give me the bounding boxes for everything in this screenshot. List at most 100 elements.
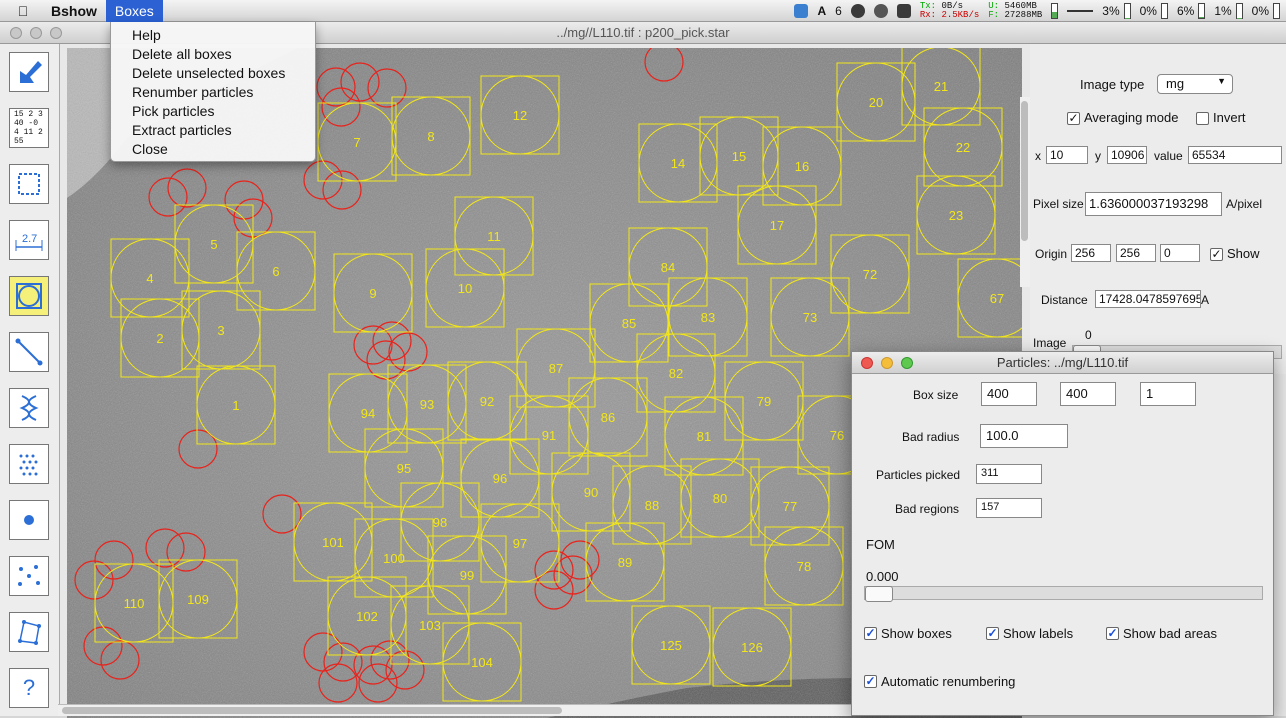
particles-picked-label: Particles picked <box>876 468 961 482</box>
dot-tool[interactable] <box>9 500 49 540</box>
box-size-x-field[interactable]: 400 <box>981 382 1037 406</box>
status-area: A 6 Tx: 0B/s Rx: 2.5KB/s U: 5460MB F: 27… <box>794 0 1280 22</box>
dot-icon <box>24 515 34 525</box>
particle-label: 126 <box>741 640 763 655</box>
vertical-scrollbar[interactable] <box>1020 97 1030 287</box>
checkbox-checked[interactable]: ✓ <box>986 627 999 640</box>
show-boxes-checkbox[interactable]: ✓ Show boxes <box>864 626 952 641</box>
image-type-select[interactable]: mg ▼ <box>1157 74 1233 94</box>
origin-x-field[interactable]: 256 <box>1071 244 1111 262</box>
particle-label: 109 <box>187 592 209 607</box>
gear-icon[interactable] <box>873 4 888 18</box>
averaging-checkbox[interactable]: ✓ Averaging mode <box>1067 110 1178 126</box>
menu-item-close[interactable]: Close <box>111 140 315 159</box>
particle-label: 96 <box>493 471 507 486</box>
value-label: value <box>1154 149 1183 163</box>
menu-item-pick-particles[interactable]: Pick particles <box>111 102 315 121</box>
y-field[interactable]: 10906 <box>1107 146 1147 164</box>
zoom-window-button[interactable] <box>50 27 62 39</box>
particle-label: 14 <box>671 156 685 171</box>
rect-select-tool[interactable] <box>9 164 49 204</box>
show-bad-areas-checkbox[interactable]: ✓ Show bad areas <box>1106 626 1217 641</box>
box-size-y-field[interactable]: 400 <box>1060 382 1116 406</box>
polygon-tool[interactable] <box>9 612 49 652</box>
dialog-close-button[interactable] <box>861 357 873 369</box>
invert-checkbox[interactable]: Invert <box>1196 110 1246 126</box>
adobe-icon[interactable]: A <box>817 4 826 18</box>
particle-label: 88 <box>645 498 659 513</box>
circle-box-icon <box>16 283 42 309</box>
dropbox-icon[interactable] <box>794 4 809 18</box>
show-labels-checkbox[interactable]: ✓ Show labels <box>986 626 1073 641</box>
binoculars-icon[interactable] <box>896 4 911 18</box>
menu-item-renumber-particles[interactable]: Renumber particles <box>111 83 315 102</box>
particle-label: 83 <box>701 310 715 325</box>
fom-slider[interactable] <box>864 586 1263 602</box>
boxes-menu[interactable]: Boxes <box>105 0 163 22</box>
memory-bar <box>1051 3 1059 19</box>
origin-y-field[interactable]: 256 <box>1116 244 1156 262</box>
particles-picked-field: 311 <box>976 464 1042 484</box>
lattice-tool[interactable] <box>9 444 49 484</box>
bad-regions-label: Bad regions <box>895 502 960 516</box>
arrow-icon <box>20 61 42 83</box>
cpu-meter-5: 0% <box>1252 3 1280 19</box>
pixel-size-field[interactable]: 1.636000037193298 <box>1085 192 1222 216</box>
particle-label: 86 <box>601 410 615 425</box>
image-type-label: Image type <box>1080 77 1145 92</box>
particle-label: 10 <box>458 281 472 296</box>
close-window-button[interactable] <box>10 27 22 39</box>
dialog-minimize-button[interactable] <box>881 357 893 369</box>
value-field[interactable]: 65534 <box>1188 146 1282 164</box>
particle-label: 94 <box>361 406 375 421</box>
helix-tool[interactable] <box>9 388 49 428</box>
particle-label: 80 <box>713 491 727 506</box>
app-menu[interactable]: Bshow <box>42 0 106 22</box>
cpu-meter-2: 0% <box>1140 3 1168 19</box>
distance-field[interactable]: 17428.0478597695 <box>1095 290 1201 308</box>
checkbox-checked[interactable]: ✓ <box>1067 112 1080 126</box>
bad-regions-field: 157 <box>976 498 1042 518</box>
particle-label: 20 <box>869 95 883 110</box>
polygon-icon <box>18 620 41 645</box>
apple-icon[interactable]:  <box>12 3 34 19</box>
dialog-zoom-button[interactable] <box>901 357 913 369</box>
particle-label: 15 <box>732 149 746 164</box>
measure-icon: 2.7 <box>15 233 43 251</box>
cpu-meter-3: 6% <box>1177 3 1206 19</box>
particle-label: 93 <box>420 397 434 412</box>
menu-item-extract-particles[interactable]: Extract particles <box>111 121 315 140</box>
checkbox-checked[interactable]: ✓ <box>1106 627 1119 640</box>
menu-item-delete-all-boxes[interactable]: Delete all boxes <box>111 45 315 64</box>
checkbox-checked[interactable]: ✓ <box>864 627 877 640</box>
line-tool[interactable] <box>9 332 49 372</box>
window-title: ../mg//L110.tif : p200_pick.star <box>556 25 730 40</box>
arrow-tool[interactable] <box>9 52 49 92</box>
box-size-z-field[interactable]: 1 <box>1140 382 1196 406</box>
auto-renumber-checkbox[interactable]: ✓ Automatic renumbering <box>864 674 1015 689</box>
particle-label: 4 <box>146 271 153 286</box>
circle-box-tool[interactable] <box>9 276 49 316</box>
checkbox-checked[interactable]: ✓ <box>864 675 877 688</box>
sync-icon[interactable] <box>850 4 865 18</box>
fom-slider-knob[interactable] <box>865 586 893 602</box>
checkbox-checked[interactable]: ✓ <box>1210 248 1223 262</box>
menubar:  Bshow Boxes A 6 Tx: 0B/s Rx: 2.5KB/s U… <box>0 0 1286 22</box>
menu-item-delete-unselected-boxes[interactable]: Delete unselected boxes <box>111 64 315 83</box>
x-field[interactable]: 10 <box>1046 146 1088 164</box>
help-tool[interactable]: ? <box>9 668 49 708</box>
particle-label: 5 <box>210 237 217 252</box>
bad-radius-field[interactable]: 100.0 <box>980 424 1068 448</box>
numbers-tool[interactable]: 15 2 3 40 -0 4 11 2 55 <box>9 108 49 148</box>
measure-tool[interactable]: 2.7 <box>9 220 49 260</box>
menu-item-help[interactable]: Help <box>111 26 315 45</box>
minimize-window-button[interactable] <box>30 27 42 39</box>
origin-z-field[interactable]: 0 <box>1160 244 1200 262</box>
show-origin-checkbox[interactable]: ✓ Show <box>1210 246 1260 262</box>
particle-label: 104 <box>471 655 493 670</box>
particle-label: 98 <box>433 515 447 530</box>
checkbox-unchecked[interactable] <box>1196 112 1209 126</box>
scatter-tool[interactable] <box>9 556 49 596</box>
vertical-scroll-thumb[interactable] <box>1021 101 1028 241</box>
horizontal-scroll-thumb[interactable] <box>62 707 562 714</box>
